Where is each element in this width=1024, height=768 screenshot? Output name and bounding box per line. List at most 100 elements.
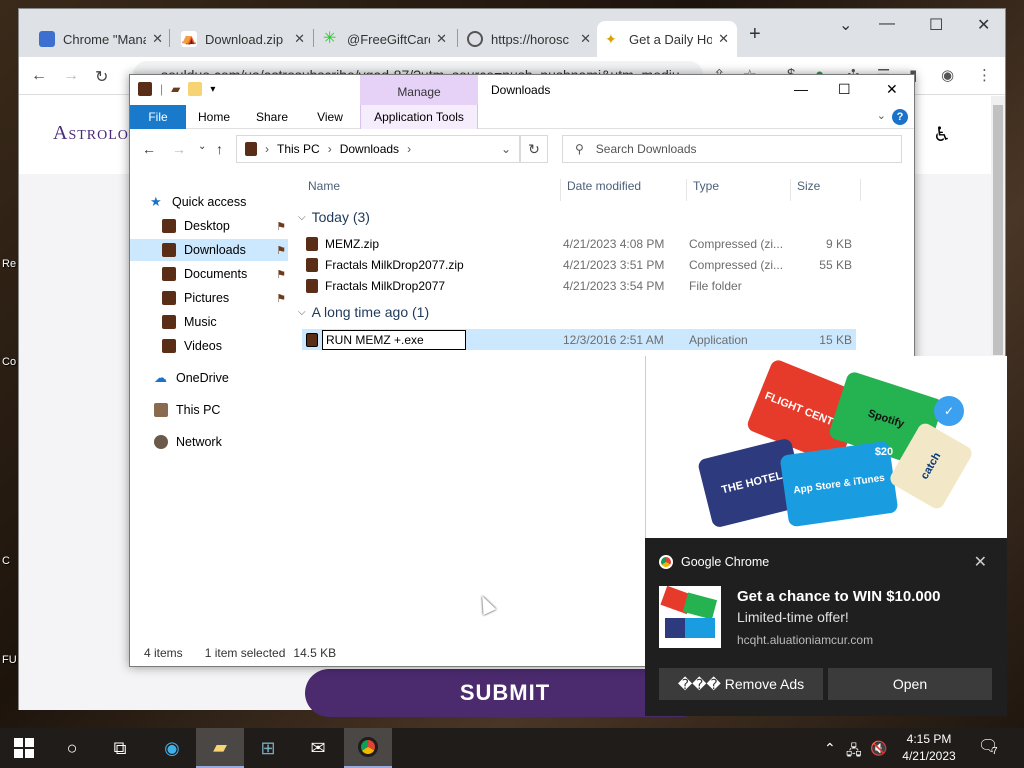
pin-icon[interactable]: ⚑ (276, 292, 286, 305)
close-icon[interactable]: ✕ (436, 31, 447, 47)
task-view-button[interactable]: ⧉ (96, 728, 144, 768)
chevron-down-icon[interactable]: ⌵ (298, 212, 306, 223)
desktop-icon-label[interactable]: C (2, 555, 10, 567)
tab-file[interactable]: File (130, 105, 186, 129)
forward-icon[interactable]: → (172, 141, 186, 157)
nav-documents[interactable]: Documents ⚑ (130, 263, 288, 285)
desktop-icon-label[interactable]: Re (2, 258, 16, 270)
desktop-icon-label[interactable]: FU (2, 654, 17, 666)
store-button[interactable]: ⊞ (244, 728, 292, 768)
close-icon[interactable]: ✕ (152, 31, 163, 47)
chevron-down-icon[interactable]: ⌄ (501, 142, 511, 156)
edge-button[interactable]: ◉ (148, 728, 196, 768)
breadcrumb-downloads[interactable]: Downloads (340, 142, 399, 156)
browser-tab[interactable]: ✳ @FreeGiftCard ✕ (315, 21, 455, 57)
pin-icon[interactable]: ⚑ (276, 268, 286, 281)
refresh-button[interactable]: ↻ (520, 135, 548, 163)
tab-view[interactable]: View (310, 105, 350, 129)
mail-button[interactable]: ✉ (294, 728, 342, 768)
network-icon[interactable]: 🖧 (846, 740, 862, 764)
tab-share[interactable]: Share (252, 105, 292, 129)
tab-search-icon[interactable]: ⌄ (839, 15, 852, 35)
nav-onedrive[interactable]: ☁ OneDrive (154, 367, 312, 389)
search-button[interactable]: ○ (48, 728, 96, 768)
address-bar[interactable]: › This PC › Downloads › ⌄ (236, 135, 520, 163)
back-icon[interactable]: ← (31, 67, 47, 85)
back-icon[interactable]: ← (142, 141, 156, 157)
help-icon[interactable]: ? (892, 109, 908, 125)
nav-videos[interactable]: Videos (130, 335, 288, 357)
close-button[interactable]: ✕ (886, 81, 898, 98)
browser-tab-active[interactable]: ✦ Get a Daily Ho ✕ (597, 21, 737, 57)
file-explorer-button[interactable]: ▰ (196, 728, 244, 768)
chevron-down-icon[interactable]: ⌄ (877, 109, 886, 122)
pin-icon[interactable]: ⚑ (276, 244, 286, 257)
new-tab-button[interactable]: + (749, 23, 761, 46)
properties-icon[interactable]: ▰ (171, 82, 180, 96)
file-row[interactable]: Fractals MilkDrop2077 4/21/2023 3:54 PM … (302, 275, 856, 296)
chevron-up-icon[interactable]: ⌃ (824, 740, 836, 757)
manage-context-tab[interactable]: Manage (360, 75, 478, 105)
file-row[interactable]: MEMZ.zip 4/21/2023 4:08 PM Compressed (z… (302, 233, 856, 254)
forward-icon[interactable]: → (63, 67, 79, 85)
desktop-icon-label[interactable]: Co (2, 356, 16, 368)
column-separator[interactable] (686, 179, 687, 201)
column-size[interactable]: Size (797, 179, 820, 199)
close-button[interactable]: ✕ (977, 15, 990, 35)
column-separator[interactable] (860, 179, 861, 201)
column-date[interactable]: Date modified (567, 179, 641, 199)
profile-icon[interactable]: ◉ (941, 66, 954, 84)
remove-ads-button[interactable]: ��� Remove Ads (659, 668, 823, 700)
maximize-button[interactable]: ☐ (838, 81, 851, 98)
nav-desktop[interactable]: Desktop ⚑ (130, 215, 288, 237)
column-separator[interactable] (790, 179, 791, 201)
file-row[interactable]: Fractals MilkDrop2077.zip 4/21/2023 3:51… (302, 254, 856, 275)
column-separator[interactable] (560, 179, 561, 201)
nav-music[interactable]: Music (130, 311, 288, 333)
search-input[interactable]: ⚲ Search Downloads (562, 135, 902, 163)
column-name[interactable]: Name (308, 179, 340, 199)
nav-quick-access[interactable]: ★ Quick access (150, 191, 308, 213)
nav-downloads[interactable]: Downloads ⚑ (130, 239, 288, 261)
file-date: 4/21/2023 3:54 PM (563, 279, 665, 293)
chevron-down-icon[interactable]: ⌵ (298, 307, 306, 318)
dropdown-icon[interactable]: ▾ (210, 84, 215, 95)
group-header-today[interactable]: ⌵ Today (3) (298, 209, 370, 225)
close-icon[interactable]: ✕ (580, 31, 591, 47)
notification-toast[interactable]: Google Chrome ✕ Get a chance to WIN $10.… (645, 538, 1007, 716)
rename-input[interactable]: RUN MEMZ +.exe (322, 330, 466, 350)
minimize-button[interactable]: — (879, 15, 895, 33)
browser-tab[interactable]: Chrome "Mana ✕ (31, 21, 171, 57)
chrome-button[interactable] (344, 728, 392, 768)
nav-this-pc[interactable]: This PC (154, 399, 312, 421)
maximize-button[interactable]: ☐ (929, 15, 943, 35)
minimize-button[interactable]: — (794, 81, 808, 97)
nav-network[interactable]: Network (154, 431, 312, 453)
tab-home[interactable]: Home (194, 105, 234, 129)
folder-icon[interactable] (188, 82, 203, 96)
tab-application-tools[interactable]: Application Tools (360, 105, 478, 129)
start-button[interactable] (0, 728, 48, 768)
browser-tab[interactable]: ⛺ Download.zip ✕ (173, 21, 313, 57)
accessibility-icon[interactable]: ♿ (933, 122, 951, 147)
file-row-selected[interactable]: RUN MEMZ +.exe 12/3/2016 2:51 AM Applica… (302, 329, 856, 350)
chevron-down-icon[interactable]: ⌄ (198, 141, 206, 152)
breadcrumb-this-pc[interactable]: This PC (277, 142, 320, 156)
scrollbar-thumb[interactable] (993, 105, 1003, 355)
column-type[interactable]: Type (693, 179, 719, 199)
group-header-older[interactable]: ⌵ A long time ago (1) (298, 304, 429, 320)
close-icon[interactable]: ✕ (718, 31, 729, 47)
reload-icon[interactable]: ↻ (95, 67, 108, 87)
close-icon[interactable]: ✕ (294, 31, 305, 47)
nav-pictures[interactable]: Pictures ⚑ (130, 287, 288, 309)
notification-hero-image[interactable]: FLIGHT CENTRE Spotify THE HOTEL App Stor… (645, 356, 1007, 538)
menu-icon[interactable]: ⋮ (977, 66, 992, 84)
open-button[interactable]: Open (828, 668, 992, 700)
pin-icon[interactable]: ⚑ (276, 220, 286, 233)
browser-tab[interactable]: https://horosc ✕ (459, 21, 599, 57)
volume-muted-icon[interactable]: 🔇 (870, 740, 887, 757)
search-icon: ⚲ (575, 142, 584, 156)
close-icon[interactable]: ✕ (974, 552, 987, 572)
up-icon[interactable]: ↑ (216, 141, 223, 157)
clock[interactable]: 4:15 PM 4/21/2023 (896, 731, 962, 765)
